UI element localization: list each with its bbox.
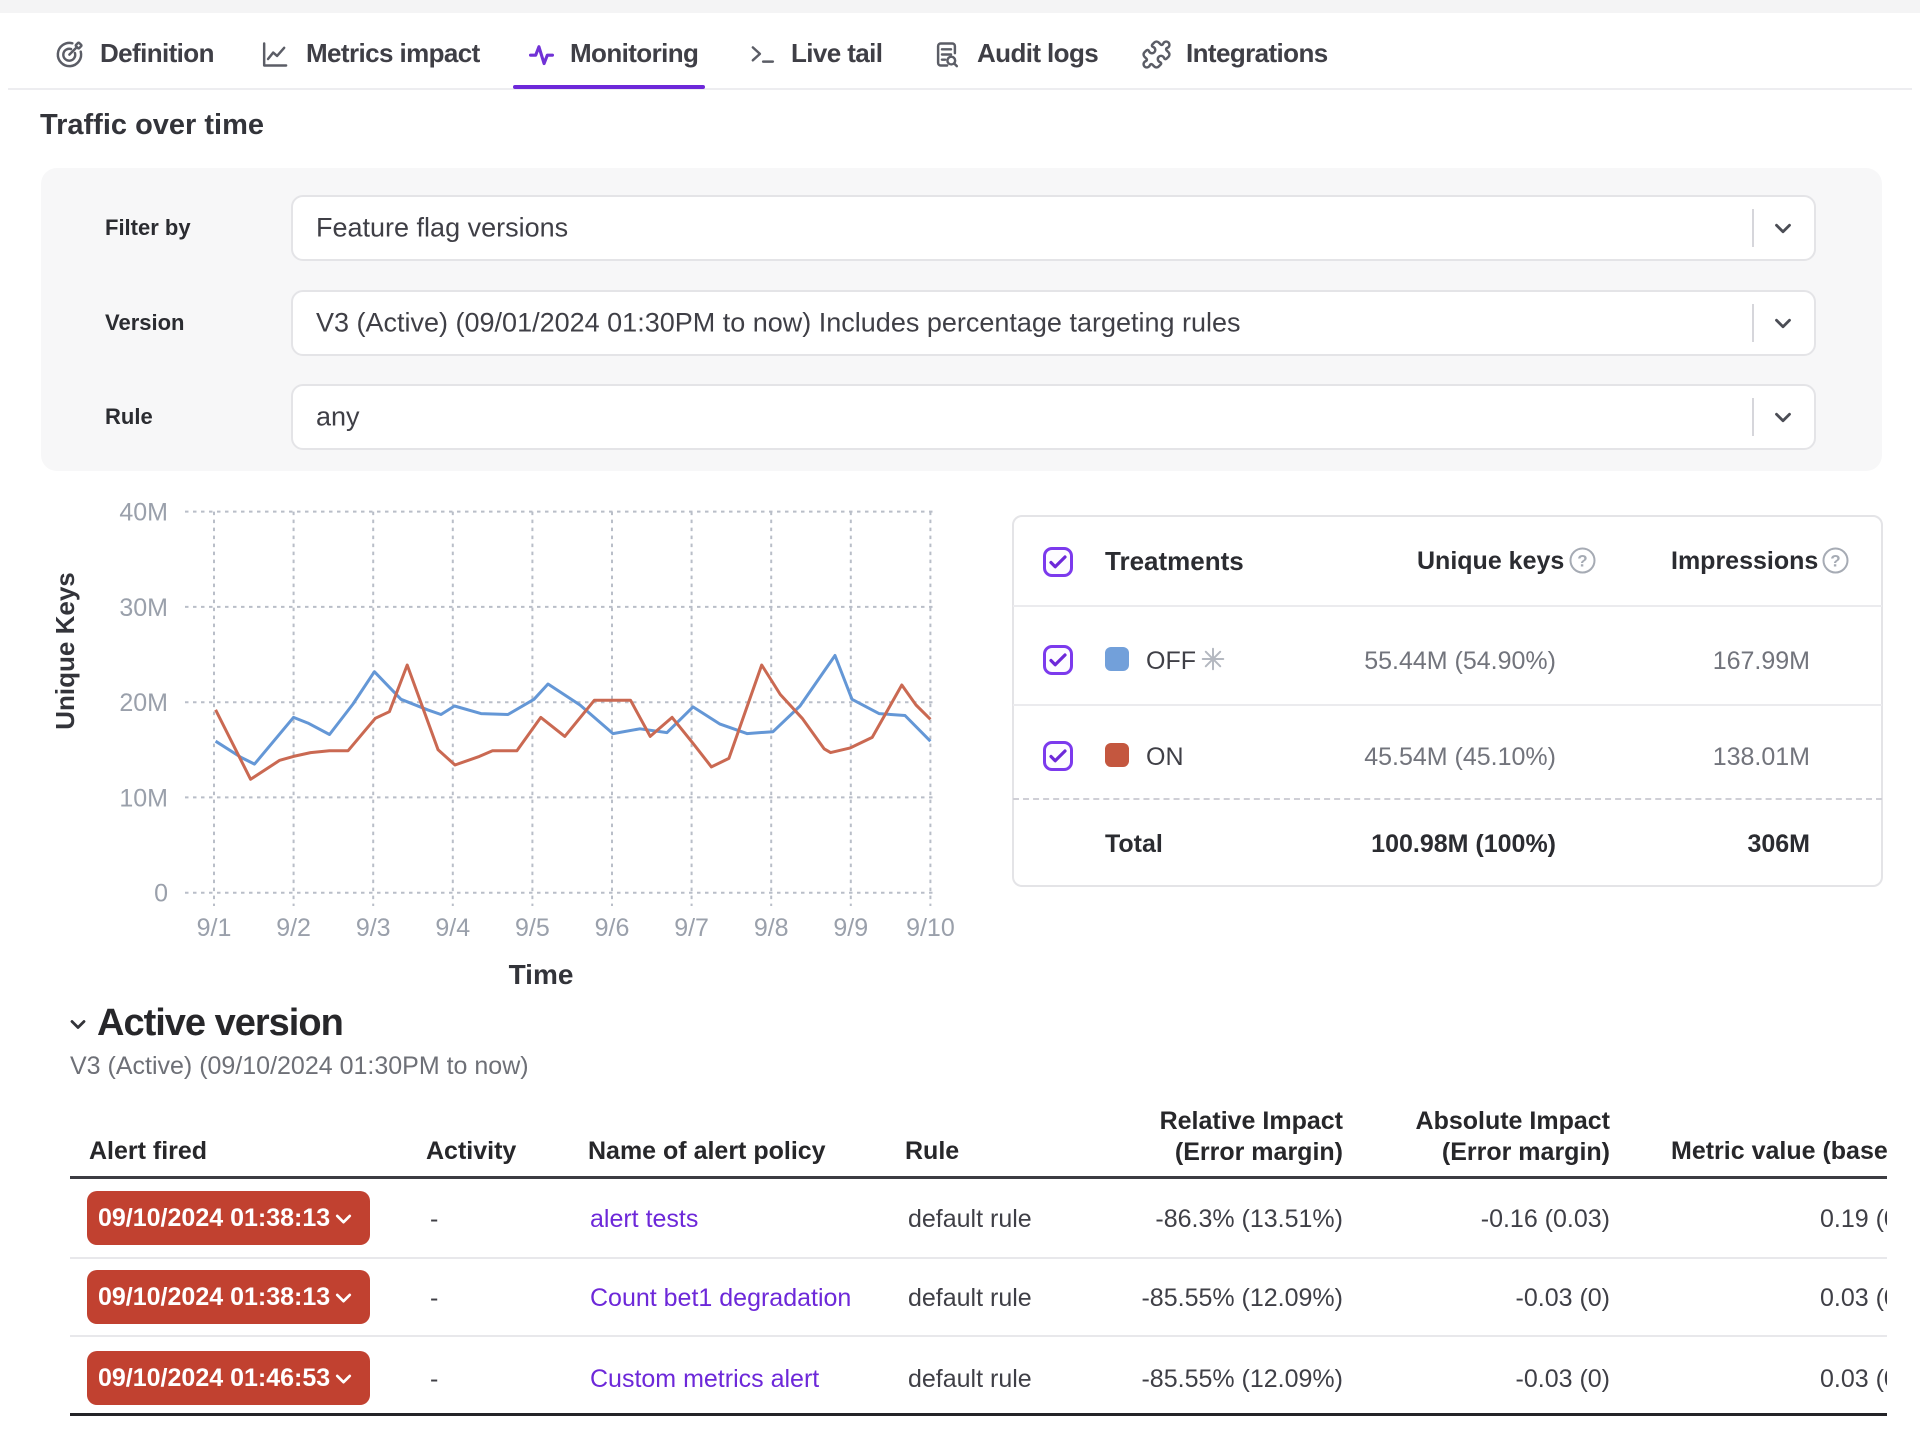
svg-text:9/10: 9/10 <box>906 914 955 942</box>
svg-text:40M: 40M <box>119 499 168 527</box>
svg-text:9/6: 9/6 <box>595 914 630 942</box>
svg-text:9/1: 9/1 <box>197 914 232 942</box>
svg-text:20M: 20M <box>119 689 168 717</box>
svg-text:9/8: 9/8 <box>754 914 789 942</box>
svg-text:9/3: 9/3 <box>356 914 391 942</box>
svg-text:9/4: 9/4 <box>435 914 470 942</box>
svg-text:Unique Keys: Unique Keys <box>50 572 80 730</box>
svg-text:?: ? <box>1577 552 1587 571</box>
svg-text:9/5: 9/5 <box>515 914 550 942</box>
svg-text:0: 0 <box>154 880 168 908</box>
svg-text:9/7: 9/7 <box>674 914 709 942</box>
svg-text:Time: Time <box>509 959 574 990</box>
svg-text:30M: 30M <box>119 594 168 622</box>
svg-text:9/2: 9/2 <box>276 914 311 942</box>
svg-text:10M: 10M <box>119 784 168 812</box>
svg-text:9/9: 9/9 <box>833 914 868 942</box>
svg-text:?: ? <box>1830 552 1840 571</box>
